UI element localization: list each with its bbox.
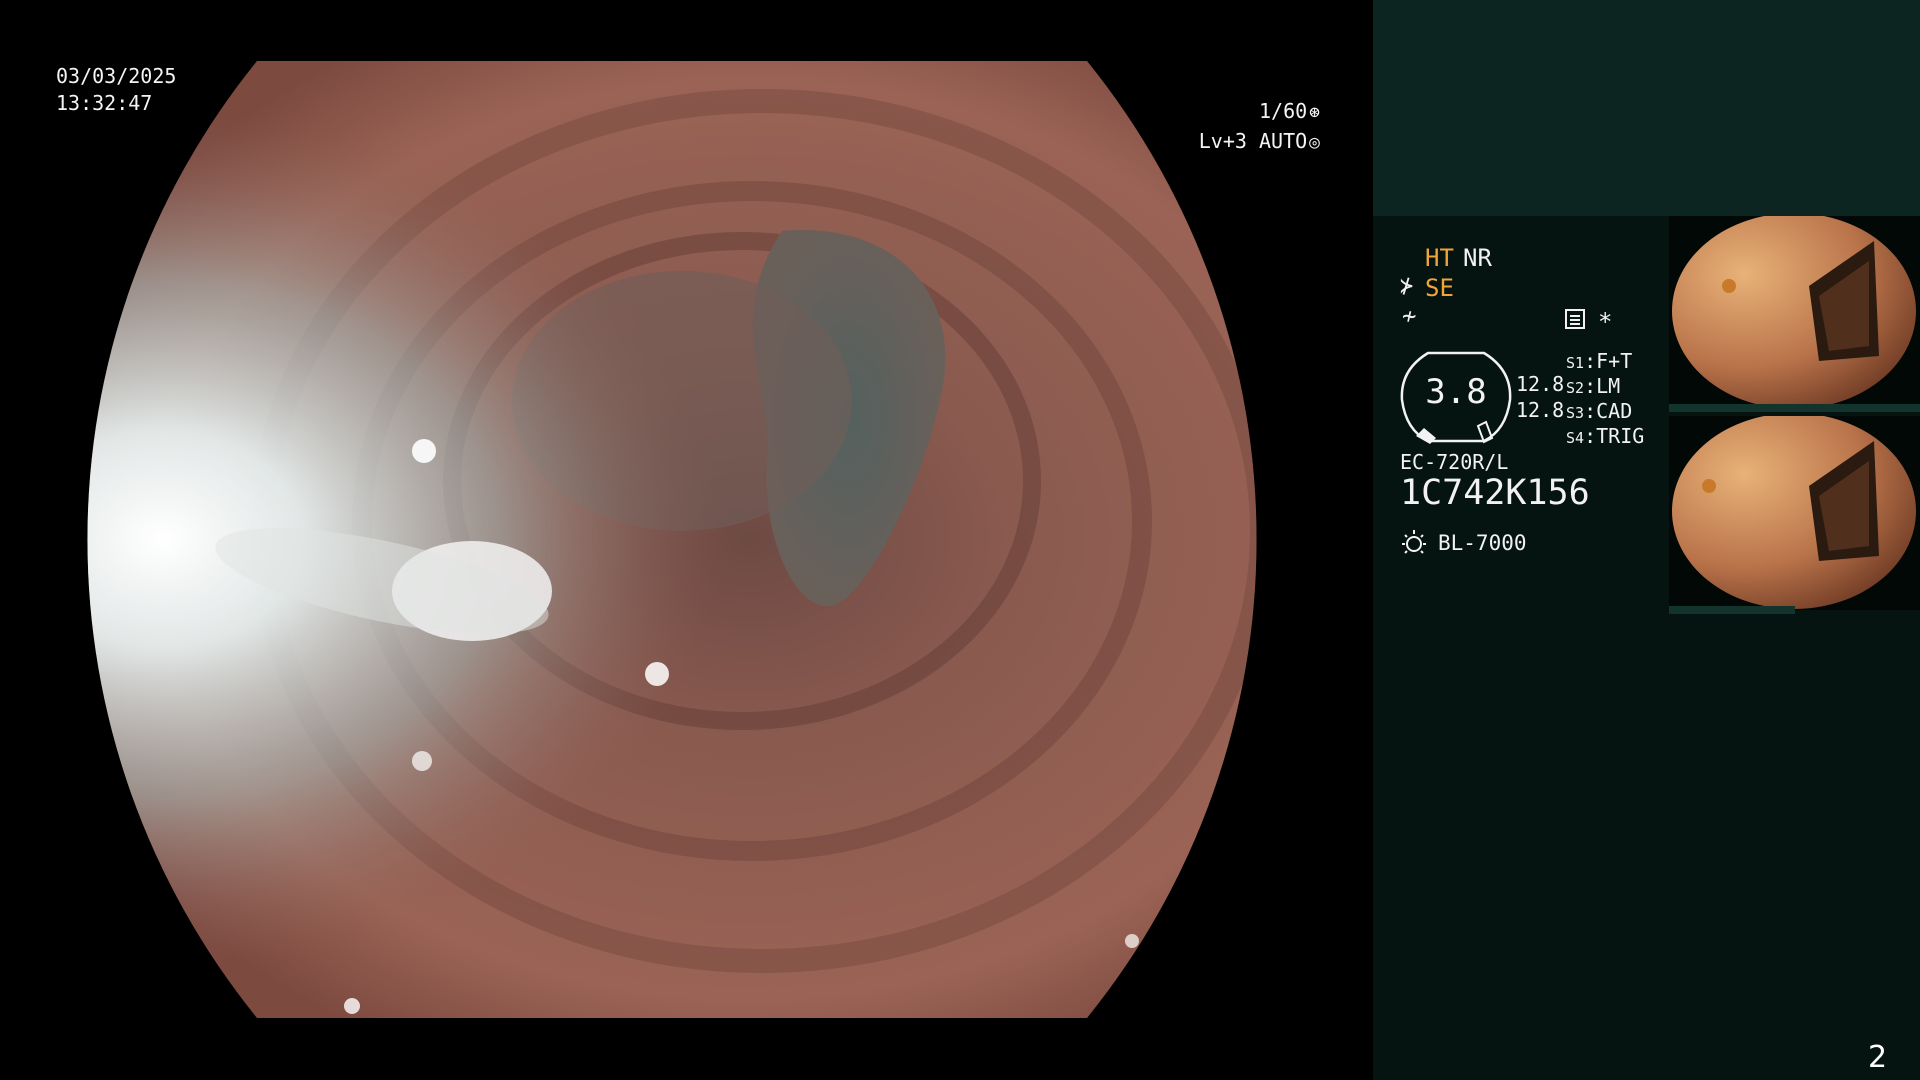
slot-key: S4 (1566, 429, 1585, 447)
slot-s4: S4:TRIG (1566, 424, 1645, 448)
level-row: Lv+3 AUTO ◎ (1199, 127, 1320, 157)
aperture-icon: ⊛ (1309, 102, 1320, 123)
scope-serial: 1C742K156 (1400, 473, 1590, 513)
slot-label: TRIG (1596, 424, 1645, 448)
ht-indicator: HT (1425, 244, 1454, 272)
time: 13:32:47 (56, 91, 153, 115)
light-source-icon (1402, 530, 1426, 554)
slot-s2: S2:LM (1566, 374, 1621, 398)
iris-value: AUTO (1258, 129, 1308, 153)
date: 03/03/2025 (56, 64, 177, 88)
page-number: 2 (1868, 1040, 1888, 1075)
level-value: Lv+3 (1198, 129, 1247, 153)
slot-label: F+T (1596, 349, 1633, 373)
endoscope-view (62, 61, 1312, 1018)
info-panel-header (1373, 0, 1920, 216)
camera-settings: 1/60 ⊛ Lv+3 AUTO ◎ (1199, 97, 1320, 157)
slot-key: S3 (1566, 404, 1585, 422)
gauge-value: 3.8 (1425, 372, 1487, 412)
capture-thumbnail-1[interactable] (1669, 216, 1920, 410)
slot-s3: S3:CAD (1566, 399, 1633, 423)
slot-label: CAD (1596, 399, 1633, 423)
structure-enhancement-icon: ⊁ (1400, 274, 1414, 299)
scope-model: EC-720R/L (1400, 450, 1509, 474)
thumbnail-bar (1669, 606, 1795, 614)
value-2: 12.8 (1516, 398, 1565, 422)
colon-image (87, 61, 1257, 1018)
slot-s1: S1:F+T (1566, 349, 1633, 373)
iris-icon: ◎ (1309, 132, 1320, 153)
star-indicator: * (1598, 308, 1613, 336)
thumbnail-bar (1669, 404, 1920, 412)
datetime: 03/03/2025 13:32:47 (56, 63, 176, 117)
memory-card-icon (1565, 309, 1585, 329)
slot-key: S2 (1566, 379, 1585, 397)
light-source-model: BL-7000 (1438, 531, 1527, 555)
shutter-value: 1/60 (1258, 99, 1308, 123)
filter-icon: ≁ (1402, 302, 1417, 330)
shutter-row: 1/60 ⊛ (1199, 97, 1320, 127)
capture-thumbnail-2[interactable] (1669, 416, 1920, 610)
value-1: 12.8 (1516, 372, 1565, 396)
slot-label: LM (1596, 374, 1621, 398)
nr-indicator: NR (1463, 244, 1492, 272)
slot-key: S1 (1566, 354, 1585, 372)
se-indicator: SE (1425, 274, 1454, 302)
